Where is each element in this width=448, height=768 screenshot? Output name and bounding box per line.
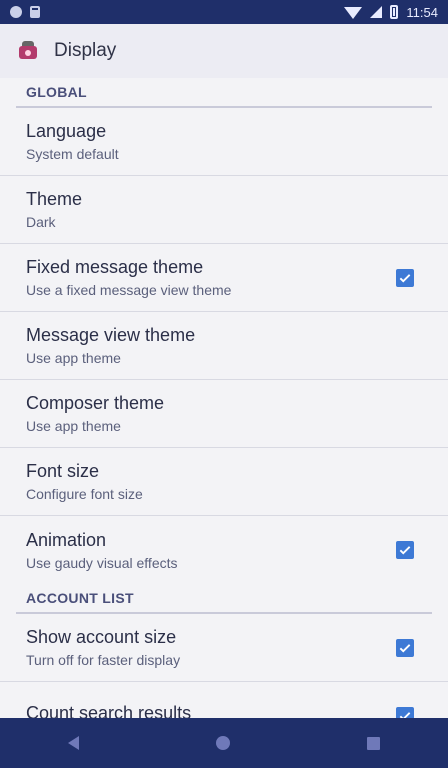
setting-text: Fixed message theme Use a fixed message … bbox=[26, 257, 231, 298]
back-icon[interactable] bbox=[68, 736, 80, 750]
setting-subtitle: Use gaudy visual effects bbox=[26, 554, 178, 571]
signal-icon bbox=[370, 6, 383, 18]
setting-title: Theme bbox=[26, 189, 83, 209]
checkmark-icon bbox=[399, 643, 411, 653]
section-header-global: GLOBAL bbox=[16, 78, 432, 108]
setting-subtitle: Use a fixed message view theme bbox=[26, 282, 232, 298]
setting-title: Fixed message theme bbox=[26, 257, 204, 277]
setting-text: Message view theme Use app theme bbox=[26, 325, 195, 366]
setting-font-size[interactable]: Font size Configure font size bbox=[0, 448, 448, 516]
setting-text: Composer theme Use app theme bbox=[26, 393, 164, 434]
setting-text: Language System default bbox=[26, 121, 119, 162]
sd-card-icon bbox=[30, 6, 40, 18]
setting-title: Show account size bbox=[26, 627, 177, 647]
setting-title: Animation bbox=[26, 529, 107, 550]
setting-count-search-results[interactable]: Count search results bbox=[0, 682, 448, 718]
setting-text: Font size Configure font size bbox=[26, 461, 143, 502]
recent-apps-icon[interactable] bbox=[366, 736, 380, 750]
show-account-size-checkbox[interactable] bbox=[396, 638, 414, 657]
setting-subtitle: Dark bbox=[26, 214, 56, 230]
setting-composer-theme[interactable]: Composer theme Use app theme bbox=[0, 380, 448, 448]
notification-dot-icon bbox=[10, 6, 22, 18]
setting-show-account-size[interactable]: Show account size Turn off for faster di… bbox=[0, 614, 448, 682]
setting-title: Composer theme bbox=[26, 393, 165, 413]
setting-title: Count search results bbox=[26, 703, 192, 718]
setting-subtitle: Configure font size bbox=[26, 486, 143, 502]
setting-fixed-message-theme[interactable]: Fixed message theme Use a fixed message … bbox=[0, 244, 448, 312]
status-bar: 11:54 bbox=[0, 0, 448, 24]
setting-theme[interactable]: Theme Dark bbox=[0, 176, 448, 244]
app-bar: Display bbox=[0, 24, 448, 78]
checkmark-icon bbox=[399, 546, 411, 555]
setting-animation[interactable]: Animation Use gaudy visual effects bbox=[0, 516, 448, 584]
setting-message-view-theme[interactable]: Message view theme Use app theme bbox=[0, 312, 448, 380]
battery-icon bbox=[390, 5, 399, 19]
setting-text: Theme Dark bbox=[26, 189, 82, 230]
setting-subtitle: Use app theme bbox=[26, 350, 121, 366]
count-search-results-checkbox[interactable] bbox=[396, 706, 414, 718]
setting-title: Font size bbox=[26, 461, 100, 481]
navigation-bar bbox=[0, 718, 448, 768]
setting-text: Show account size Turn off for faster di… bbox=[26, 627, 180, 668]
home-icon[interactable] bbox=[215, 736, 230, 750]
setting-subtitle: Use app theme bbox=[26, 418, 121, 434]
setting-language[interactable]: Language System default bbox=[0, 108, 448, 176]
status-right: 11:54 bbox=[344, 5, 438, 20]
setting-text: Count search results bbox=[26, 703, 191, 718]
clock: 11:54 bbox=[406, 4, 438, 20]
page-title: Display bbox=[54, 40, 117, 61]
setting-text: Animation Use gaudy visual effects bbox=[26, 530, 178, 571]
checkmark-icon bbox=[399, 273, 411, 283]
checkmark-icon bbox=[399, 711, 411, 718]
animation-checkbox[interactable] bbox=[396, 541, 414, 559]
section-header-account-list: ACCOUNT LIST bbox=[16, 584, 432, 614]
status-left bbox=[10, 6, 40, 18]
fixed-message-theme-checkbox[interactable] bbox=[396, 268, 414, 287]
setting-subtitle: Turn off for faster display bbox=[26, 652, 181, 668]
wifi-icon bbox=[344, 7, 363, 19]
setting-subtitle: System default bbox=[26, 146, 119, 162]
app-logo-icon bbox=[16, 39, 40, 63]
setting-title: Message view theme bbox=[26, 325, 196, 345]
settings-list[interactable]: GLOBAL Language System default Theme Dar… bbox=[0, 78, 448, 718]
setting-title: Language bbox=[26, 121, 107, 141]
